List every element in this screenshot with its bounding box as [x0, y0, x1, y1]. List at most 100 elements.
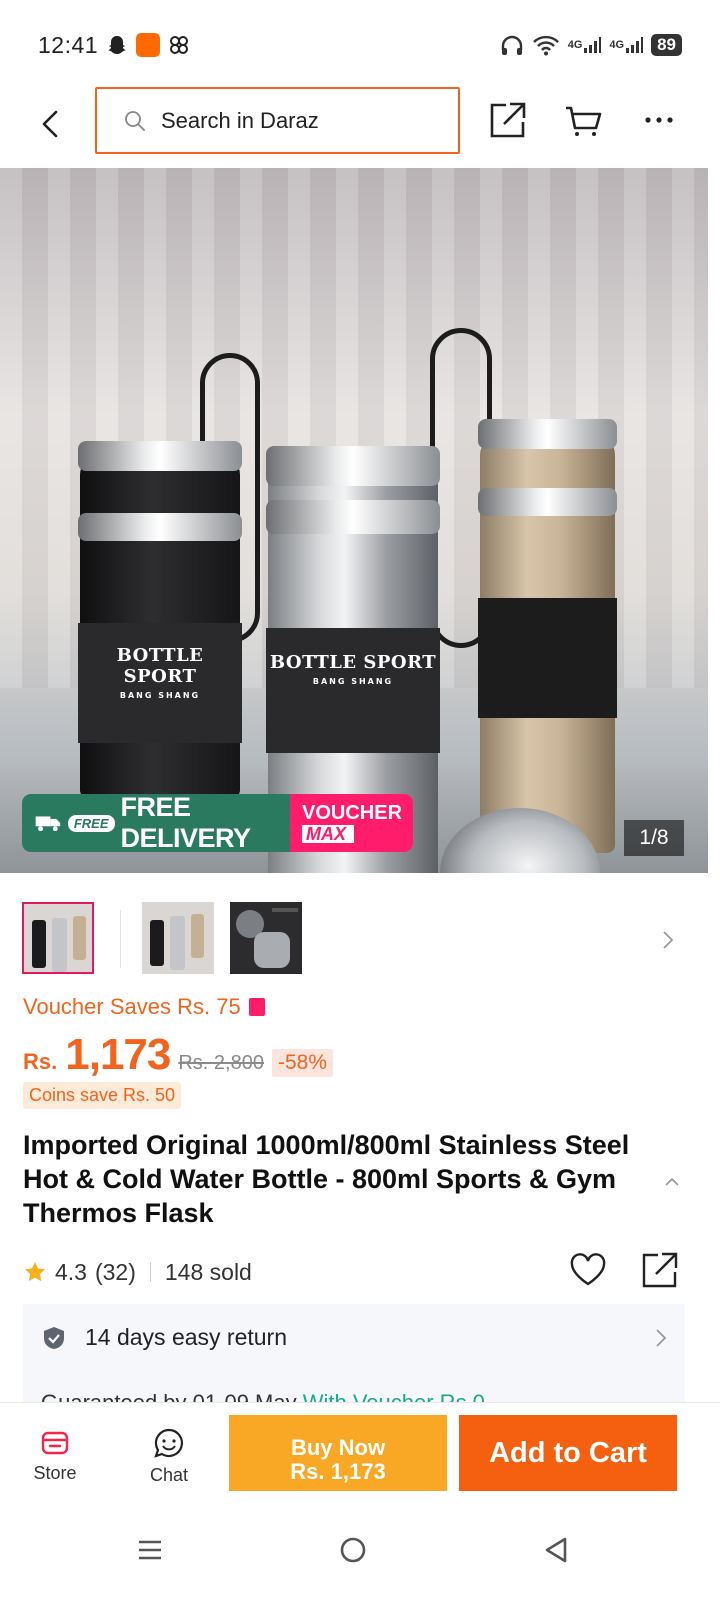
bottle-brand-text: BOTTLE SPORT — [116, 645, 204, 687]
top-nav: Search in Daraz — [0, 84, 720, 168]
price-line: Rs. 1,173 Rs. 2,800 -58% — [23, 1030, 333, 1080]
pinwheel-icon — [168, 34, 190, 56]
rating-divider — [149, 1262, 151, 1282]
rating-value: 4.3 — [55, 1258, 87, 1285]
share-product-button[interactable] — [638, 1250, 682, 1290]
status-left: 12:41 — [38, 32, 190, 59]
recent-apps-button[interactable] — [128, 1528, 172, 1572]
free-pill: FREE — [67, 814, 115, 832]
current-price: 1,173 — [65, 1030, 171, 1079]
chevron-right-icon — [656, 1328, 667, 1347]
bottle-ring — [78, 513, 242, 541]
voucher-text: VOUCHER — [302, 802, 403, 824]
store-label: Store — [33, 1463, 77, 1483]
bottle-cap — [478, 419, 617, 449]
shield-check-icon — [44, 1326, 64, 1349]
buy-now-button[interactable]: Buy Now Rs. 1,173 — [229, 1415, 447, 1491]
collapse-title-button[interactable] — [660, 1170, 684, 1194]
chevron-right-icon — [663, 931, 674, 949]
discount-badge: -58% — [271, 1049, 333, 1077]
bottle-sub-text: BANG SHANG — [119, 691, 201, 700]
thumbnail-3[interactable] — [230, 902, 302, 974]
return-policy-row[interactable]: 14 days easy return — [41, 1324, 667, 1351]
home-button[interactable] — [331, 1528, 375, 1572]
share-button[interactable] — [486, 98, 530, 142]
status-bar: 12:41 4G 4G 89 — [0, 0, 720, 90]
voucher-icon — [248, 998, 265, 1016]
triangle-back-icon — [545, 1537, 567, 1563]
thumbnail-2[interactable] — [142, 902, 214, 974]
status-right: 4G 4G 89 — [500, 34, 682, 56]
sold-count: 148 sold — [164, 1258, 252, 1285]
back-button[interactable] — [30, 102, 70, 146]
thumbnail-1[interactable] — [22, 902, 94, 974]
chat-icon — [154, 1428, 184, 1458]
status-time: 12:41 — [38, 31, 99, 58]
search-placeholder: Search in Daraz — [161, 107, 319, 133]
max-text: MAX — [302, 825, 354, 843]
more-options-button[interactable] — [637, 98, 681, 142]
product-image-carousel[interactable]: BOTTLE SPORT BANG SHANG BOTTLE SPORT BAN… — [0, 168, 708, 873]
system-back-button[interactable] — [534, 1528, 578, 1572]
store-icon — [41, 1431, 69, 1455]
service-info-box: 14 days easy return Guaranteed by 01-09 … — [23, 1304, 685, 1404]
product-title: Imported Original 1000ml/800ml Stainless… — [23, 1130, 630, 1228]
bottle-cap — [78, 441, 242, 471]
signal-icon-2: 4G — [609, 36, 644, 54]
voucher-saves-text: Voucher Saves Rs. 75 — [23, 994, 241, 1019]
cart-button[interactable] — [561, 98, 605, 142]
network-label-2: 4G — [609, 39, 625, 51]
bottle-ring — [478, 488, 617, 516]
chat-button[interactable]: Chat — [124, 1427, 214, 1486]
thumbnail-image — [142, 902, 214, 974]
store-button[interactable]: Store — [10, 1427, 100, 1484]
bottle-ring — [266, 500, 440, 534]
add-to-cart-button[interactable]: Add to Cart — [459, 1415, 677, 1491]
system-navigation-bar — [0, 1506, 720, 1600]
bottle-label: BOTTLE SPORT BANG SHANG — [266, 628, 440, 753]
gold-bottle — [478, 419, 617, 853]
bottle-sub-text: BANG SHANG — [312, 677, 394, 686]
heart-icon — [570, 1253, 606, 1286]
signal-icon-1: 4G — [568, 36, 602, 54]
thumbnail-strip — [0, 900, 720, 978]
star-icon — [25, 1262, 45, 1282]
chevron-up-icon — [665, 1177, 679, 1186]
search-icon — [125, 110, 145, 131]
buy-now-price: Rs. 1,173 — [290, 1459, 386, 1484]
return-policy-text: 14 days easy return — [85, 1324, 288, 1350]
thumbnail-image — [24, 904, 92, 972]
chat-label: Chat — [149, 1465, 189, 1485]
daraz-app-icon — [136, 33, 161, 57]
more-horizontal-icon — [645, 117, 673, 123]
voucher-max-badge: VOUCHER MAX — [290, 794, 413, 852]
buy-now-label: Buy Now — [290, 1435, 386, 1460]
bottle-label — [478, 598, 617, 718]
bottle-cap — [266, 446, 440, 486]
chevron-left-icon — [42, 110, 58, 138]
headphones-icon — [500, 34, 524, 56]
delivery-truck-icon — [35, 816, 61, 832]
home-circle-icon — [340, 1537, 366, 1563]
price-currency: Rs. — [23, 1049, 58, 1074]
thumbnails-next-button[interactable] — [656, 926, 680, 954]
coins-save-badge: Coins save Rs. 50 — [23, 1082, 182, 1109]
share-icon — [642, 1252, 678, 1288]
thumbnail-divider — [120, 910, 121, 968]
cart-icon — [566, 106, 602, 136]
black-bottle: BOTTLE SPORT BANG SHANG — [78, 441, 242, 798]
voucher-saves[interactable]: Voucher Saves Rs. 75 — [23, 994, 265, 1020]
battery-indicator: 89 — [651, 34, 682, 56]
search-input[interactable]: Search in Daraz — [95, 87, 460, 154]
snapchat-icon — [106, 34, 128, 56]
wishlist-button[interactable] — [566, 1250, 610, 1290]
original-price: Rs. 2,800 — [178, 1052, 264, 1074]
review-count: (32) — [94, 1258, 136, 1285]
bottom-action-bar: Store Chat Buy Now Rs. 1,173 Add to Cart — [0, 1402, 720, 1506]
recent-apps-icon — [139, 1540, 161, 1560]
thumbnail-image — [230, 902, 302, 974]
image-counter: 1/8 — [624, 820, 684, 856]
free-delivery-badge: FREE FREE DELIVERY — [22, 794, 290, 852]
free-delivery-text: FREE DELIVERY — [120, 794, 252, 852]
bottle-label: BOTTLE SPORT BANG SHANG — [78, 623, 242, 743]
